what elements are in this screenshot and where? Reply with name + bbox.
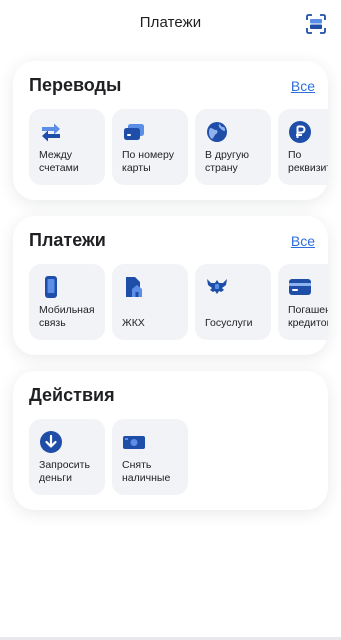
phone-icon [45, 276, 57, 298]
payments-all-link[interactable]: Все [291, 233, 315, 249]
tile-label: Между счетами [39, 149, 79, 174]
transfer-between-accounts[interactable]: Между счетами [29, 109, 105, 185]
transfers-card: Переводы Все Между счетами По номеру кар… [13, 61, 328, 200]
payments-card: Платежи Все Мобильная связь ЖКХ Госуслуг… [13, 216, 328, 355]
payment-utilities[interactable]: ЖКХ [112, 264, 188, 340]
transfer-to-another-country[interactable]: В другую страну [195, 109, 271, 185]
transfers-all-link[interactable]: Все [291, 78, 315, 94]
tile-label: По номеру карты [122, 149, 174, 174]
globe-icon [207, 122, 227, 142]
actions-card: Действия Запросить деньги Снять наличные [13, 371, 328, 510]
transfer-by-card-number[interactable]: По номеру карты [112, 109, 188, 185]
arrow-down-circle-icon [40, 431, 62, 453]
credit-card-icon [289, 279, 311, 295]
tile-label: Мобильная связь [39, 304, 95, 329]
top-bar: Платежи [0, 0, 341, 44]
transfers-tiles: Между счетами По номеру карты В другую с… [29, 109, 328, 185]
tile-label: Снять наличные [122, 459, 171, 484]
qr-scan-button[interactable] [305, 13, 327, 35]
payments-screen: Переводы Все Между счетами По номеру кар… [0, 44, 341, 640]
tile-label: ЖКХ [122, 317, 145, 329]
transfer-by-requisites[interactable]: По реквизитам [278, 109, 328, 185]
action-withdraw-cash[interactable]: Снять наличные [112, 419, 188, 495]
qr-scan-icon [306, 14, 326, 34]
card-icon [124, 124, 144, 140]
transfers-title: Переводы [29, 75, 122, 95]
payments-title: Платежи [29, 230, 106, 250]
tile-label: Запросить деньги [39, 459, 90, 484]
actions-tiles: Запросить деньги Снять наличные [29, 419, 188, 495]
tile-label: В другую страну [205, 149, 249, 174]
eagle-icon [207, 279, 227, 294]
cash-icon [123, 436, 145, 449]
house-icon [126, 277, 142, 297]
actions-title: Действия [29, 385, 115, 405]
payments-tiles: Мобильная связь ЖКХ Госуслуги Погашен кр… [29, 264, 328, 340]
tile-label: Госуслуги [205, 317, 253, 329]
tile-label: Погашение кредитов [288, 304, 328, 329]
tile-label: По реквизитам [288, 149, 328, 174]
payment-gosuslugi[interactable]: Госуслуги [195, 264, 271, 340]
payment-mobile[interactable]: Мобильная связь [29, 264, 105, 340]
payment-loan-repayment[interactable]: Погашение кредитов [278, 264, 328, 340]
page-title: Платежи [139, 13, 202, 31]
ruble-icon [289, 121, 311, 143]
arrows-swap-icon [42, 123, 60, 142]
action-request-money[interactable]: Запросить деньги [29, 419, 105, 495]
